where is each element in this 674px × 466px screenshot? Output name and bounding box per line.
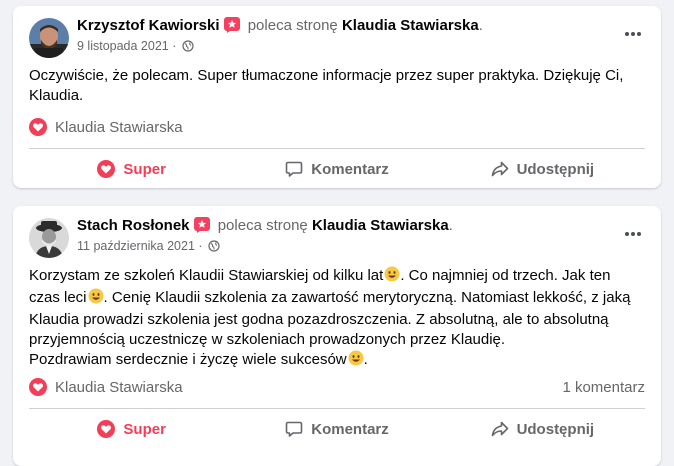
reaction-name[interactable]: Klaudia Stawiarska bbox=[55, 379, 183, 396]
more-options-button[interactable] bbox=[619, 220, 647, 248]
super-reaction-button[interactable]: Super bbox=[29, 151, 234, 187]
body-text-segment: Pozdrawiam serdecznie i życzę wiele sukc… bbox=[29, 351, 347, 368]
body-line: przyjemnością uczestniczę w szkoleniach … bbox=[29, 331, 506, 348]
heart-icon bbox=[29, 118, 47, 136]
share-label: Udostępnij bbox=[516, 420, 595, 438]
super-label: Super bbox=[123, 160, 166, 178]
body-text-segment: Korzystam ze szkoleń Klaudii Stawiarskie… bbox=[29, 267, 384, 284]
reaction-name[interactable]: Klaudia Stawiarska bbox=[55, 119, 183, 136]
heart-icon bbox=[29, 378, 47, 396]
post-header: Stach Rosłonek poleca stronę Klaudia Sta… bbox=[77, 217, 453, 237]
divider bbox=[29, 148, 645, 149]
more-options-button[interactable] bbox=[619, 20, 647, 48]
body-line: czas leci . Cenię Klaudii szkolenia za za… bbox=[29, 288, 649, 310]
body-line: Oczywiście, że polecam. Super tłumaczone… bbox=[29, 67, 624, 84]
post-actions: Super Komentarz Udostępnij bbox=[29, 151, 645, 187]
share-icon bbox=[491, 421, 508, 437]
post-actions: Super Komentarz Udostępnij bbox=[29, 411, 645, 447]
divider bbox=[29, 408, 645, 409]
page-name[interactable]: Klaudia Stawiarska bbox=[312, 217, 449, 234]
comment-label: Komentarz bbox=[311, 160, 389, 178]
meta-separator: · bbox=[172, 39, 177, 53]
post-meta: 11 października 2021 · bbox=[77, 239, 220, 253]
comment-button[interactable]: Komentarz bbox=[234, 411, 439, 447]
page-name[interactable]: Klaudia Stawiarska bbox=[342, 17, 479, 34]
comment-icon bbox=[285, 421, 303, 437]
body-line: Klaudia. bbox=[29, 87, 84, 104]
comment-icon bbox=[285, 161, 303, 177]
share-button[interactable]: Udostępnij bbox=[440, 151, 645, 187]
body-line: Klaudia prowadzi szkolenia jest godna po… bbox=[29, 311, 609, 328]
super-reaction-button[interactable]: Super bbox=[29, 411, 234, 447]
body-line: Korzystam ze szkoleń Klaudii Stawiarskie… bbox=[29, 266, 649, 288]
post-card: Stach Rosłonek poleca stronę Klaudia Sta… bbox=[13, 206, 661, 466]
author-name[interactable]: Krzysztof Kawiorski bbox=[77, 17, 220, 34]
post-date[interactable]: 11 października 2021 bbox=[77, 239, 195, 253]
share-label: Udostępnij bbox=[516, 160, 595, 178]
heart-icon bbox=[97, 160, 116, 178]
post-body: Korzystam ze szkoleń Klaudii Stawiarskie… bbox=[29, 266, 649, 372]
avatar[interactable] bbox=[29, 218, 69, 258]
comment-label: Komentarz bbox=[311, 420, 389, 438]
post-meta: 9 listopada 2021 · bbox=[77, 39, 194, 53]
comment-button[interactable]: Komentarz bbox=[234, 151, 439, 187]
comment-count[interactable]: 1 komentarz bbox=[562, 379, 645, 396]
body-text-segment: . Co najmniej od trzech. Jak ten bbox=[400, 267, 611, 284]
avatar[interactable] bbox=[29, 18, 69, 58]
heart-icon bbox=[97, 420, 116, 438]
meta-separator: · bbox=[198, 239, 203, 253]
smile-emoji-icon bbox=[384, 266, 400, 288]
more-icon bbox=[625, 32, 641, 36]
recommend-verb: poleca stronę bbox=[247, 17, 338, 34]
super-label: Super bbox=[123, 420, 166, 438]
recommend-badge-icon bbox=[223, 17, 240, 37]
recommend-badge-icon bbox=[193, 217, 210, 237]
body-text-segment: czas leci bbox=[29, 289, 87, 306]
body-text-segment: . Cenię Klaudii szkolenia za zawartość m… bbox=[103, 289, 631, 306]
post-card: Krzysztof Kawiorski poleca stronę Klaudi… bbox=[13, 6, 661, 188]
body-line: Pozdrawiam serdecznie i życzę wiele sukc… bbox=[29, 350, 649, 372]
smile-emoji-icon bbox=[88, 288, 104, 310]
body-text-segment: . bbox=[363, 351, 368, 368]
reactions-row: Klaudia Stawiarska 1 komentarz bbox=[29, 376, 645, 398]
globe-icon bbox=[182, 40, 194, 52]
author-name[interactable]: Stach Rosłonek bbox=[77, 217, 190, 234]
post-header: Krzysztof Kawiorski poleca stronę Klaudi… bbox=[77, 17, 483, 37]
share-button[interactable]: Udostępnij bbox=[440, 411, 645, 447]
more-icon bbox=[625, 232, 641, 236]
reactions-row: Klaudia Stawiarska bbox=[29, 116, 645, 138]
post-body: Oczywiście, że polecam. Super tłumaczone… bbox=[29, 66, 649, 106]
post-date[interactable]: 9 listopada 2021 bbox=[77, 39, 169, 53]
smile-emoji-icon bbox=[348, 350, 364, 372]
globe-icon bbox=[208, 240, 220, 252]
recommend-verb: poleca stronę bbox=[217, 217, 308, 234]
share-icon bbox=[491, 161, 508, 177]
